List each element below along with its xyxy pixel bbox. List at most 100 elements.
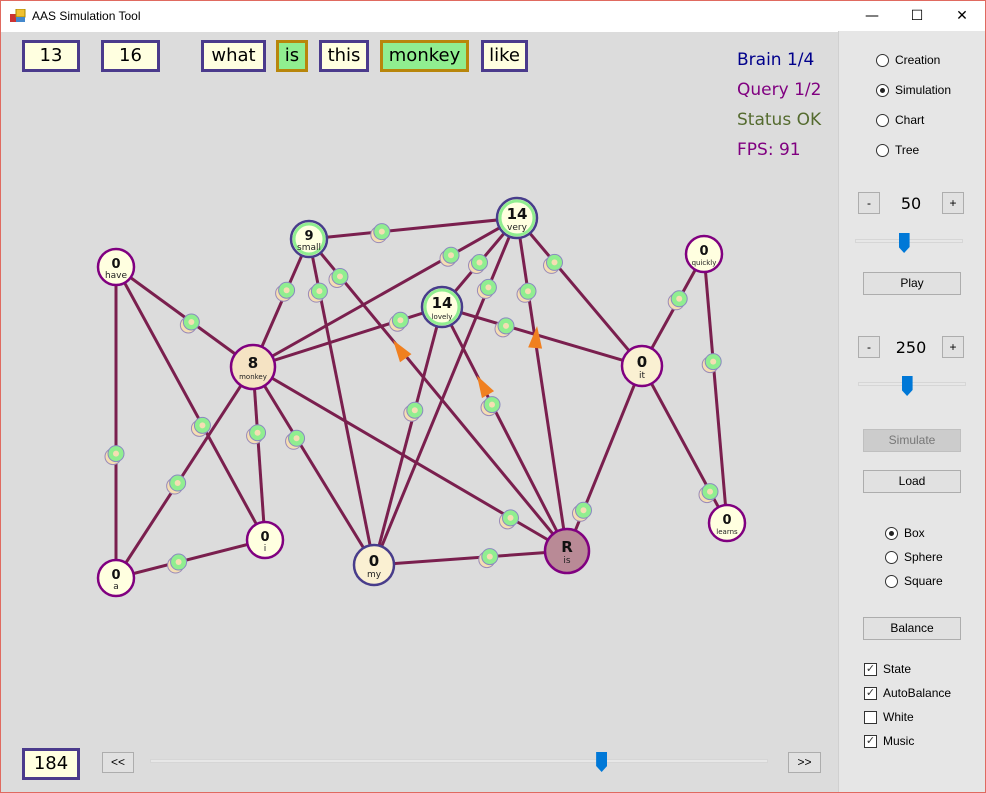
close-button[interactable]: ✕ (939, 1, 985, 32)
radio-icon[interactable] (876, 113, 889, 127)
node-label: it (639, 371, 646, 381)
radio-label: Square (904, 574, 943, 588)
node-i[interactable]: 0i (245, 520, 285, 560)
radio-label: Simulation (895, 83, 952, 97)
edge-monkey-a (114, 366, 255, 579)
radio-icon[interactable] (885, 526, 898, 540)
checkbox-icon[interactable]: ✓ (864, 734, 877, 748)
prev-button[interactable]: << (102, 752, 134, 773)
simulate-button[interactable]: Simulate (863, 429, 961, 452)
title-bar: AAS Simulation Tool — ☐ ✕ (1, 1, 985, 32)
node-label: a (113, 582, 119, 592)
network-canvas[interactable]: 0have9small14very14lovely8monkey0quickly… (0, 31, 838, 741)
radio-label: Sphere (904, 550, 943, 564)
node-value: 0 (637, 353, 647, 371)
node-monkey[interactable]: 8monkey (229, 343, 277, 391)
node-small[interactable]: 9small (289, 219, 329, 259)
signal-packet (439, 246, 460, 267)
radio-label: Box (904, 526, 925, 540)
query-word-monkey[interactable]: monkey (380, 40, 469, 72)
node-label: have (105, 271, 128, 281)
radio-icon[interactable] (876, 143, 889, 157)
shape-sphere[interactable]: Sphere (885, 550, 943, 564)
query-word-this[interactable]: this (319, 40, 369, 72)
signal-packet (403, 401, 424, 422)
radio-label: Tree (895, 143, 920, 157)
app-icon (10, 9, 26, 22)
node-a[interactable]: 0a (96, 558, 136, 598)
node-quickly[interactable]: 0quickly (684, 234, 724, 274)
speed-plus-button[interactable]: + (942, 192, 964, 214)
maximize-button[interactable]: ☐ (894, 1, 940, 32)
edge-quickly-learns (702, 253, 729, 524)
option-white[interactable]: White (864, 710, 914, 724)
checkbox-icon[interactable] (864, 710, 877, 724)
direction-arrow-icon (477, 375, 495, 399)
load-button[interactable]: Load (863, 470, 961, 493)
checkbox-icon[interactable]: ✓ (864, 662, 877, 676)
option-state[interactable]: ✓ State (864, 662, 911, 676)
signal-packet (701, 353, 722, 374)
mode-chart[interactable]: Chart (876, 113, 924, 127)
signal-packet (307, 282, 328, 303)
radio-icon[interactable] (876, 53, 889, 67)
query-word-like[interactable]: like (481, 40, 528, 72)
signal-packet (167, 553, 188, 574)
edge-lovely-it (441, 305, 643, 368)
checkbox-label: Music (883, 734, 915, 748)
speed-minus-button[interactable]: - (858, 192, 880, 214)
counter-box-2: 16 (101, 40, 160, 72)
edge-monkey-i (251, 366, 267, 541)
shape-box[interactable]: Box (885, 526, 925, 540)
steps-plus-button[interactable]: + (942, 336, 964, 358)
edge-lovely-my (372, 306, 444, 566)
edge-very-my (372, 217, 519, 566)
mode-creation[interactable]: Creation (876, 53, 940, 67)
steps-minus-button[interactable]: - (858, 336, 880, 358)
option-autobalance[interactable]: ✓ AutoBalance (864, 686, 951, 700)
query-word-what[interactable]: what (201, 40, 266, 72)
edge-lovely-monkey (252, 305, 443, 369)
node-learns[interactable]: 0learns (707, 503, 747, 543)
node-value: R (561, 538, 573, 556)
minimize-button[interactable]: — (849, 1, 895, 32)
node-value: 0 (369, 552, 379, 570)
counter-box-1: 13 (22, 40, 80, 72)
brain-status: Brain 1/4 (737, 50, 815, 70)
edge-have-i (114, 266, 267, 541)
play-button[interactable]: Play (863, 272, 961, 295)
node-label: learns (716, 528, 738, 536)
edge-my-is (373, 549, 568, 567)
signal-packet (572, 501, 592, 522)
next-button[interactable]: >> (788, 752, 821, 773)
node-is[interactable]: Ris (543, 527, 591, 575)
option-music[interactable]: ✓ Music (864, 734, 914, 748)
radio-icon[interactable] (885, 574, 898, 588)
signal-packet (370, 223, 391, 244)
radio-icon[interactable] (876, 83, 889, 97)
timeline-slider[interactable] (150, 759, 768, 763)
shape-square[interactable]: Square (885, 574, 943, 588)
node-label: quickly (692, 259, 717, 267)
edges (114, 216, 729, 580)
mode-tree[interactable]: Tree (876, 143, 919, 157)
node-it[interactable]: 0it (620, 344, 664, 388)
node-very[interactable]: 14very (495, 196, 539, 240)
mode-simulation[interactable]: Simulation (876, 83, 951, 97)
checkbox-label: AutoBalance (883, 686, 952, 700)
radio-icon[interactable] (885, 550, 898, 564)
node-label: very (507, 223, 528, 233)
node-value: 0 (722, 513, 731, 528)
signal-packet (468, 254, 488, 274)
balance-button[interactable]: Balance (863, 617, 961, 640)
node-label: small (297, 243, 321, 253)
node-have[interactable]: 0have (96, 247, 136, 287)
query-word-is[interactable]: is (276, 40, 308, 72)
radio-label: Creation (895, 53, 941, 67)
node-value: 14 (507, 205, 528, 223)
signal-packet (478, 548, 499, 569)
node-my[interactable]: 0my (352, 543, 396, 587)
node-lovely[interactable]: 14lovely (420, 285, 464, 329)
checkbox-icon[interactable]: ✓ (864, 686, 877, 700)
signal-packet (275, 281, 296, 302)
